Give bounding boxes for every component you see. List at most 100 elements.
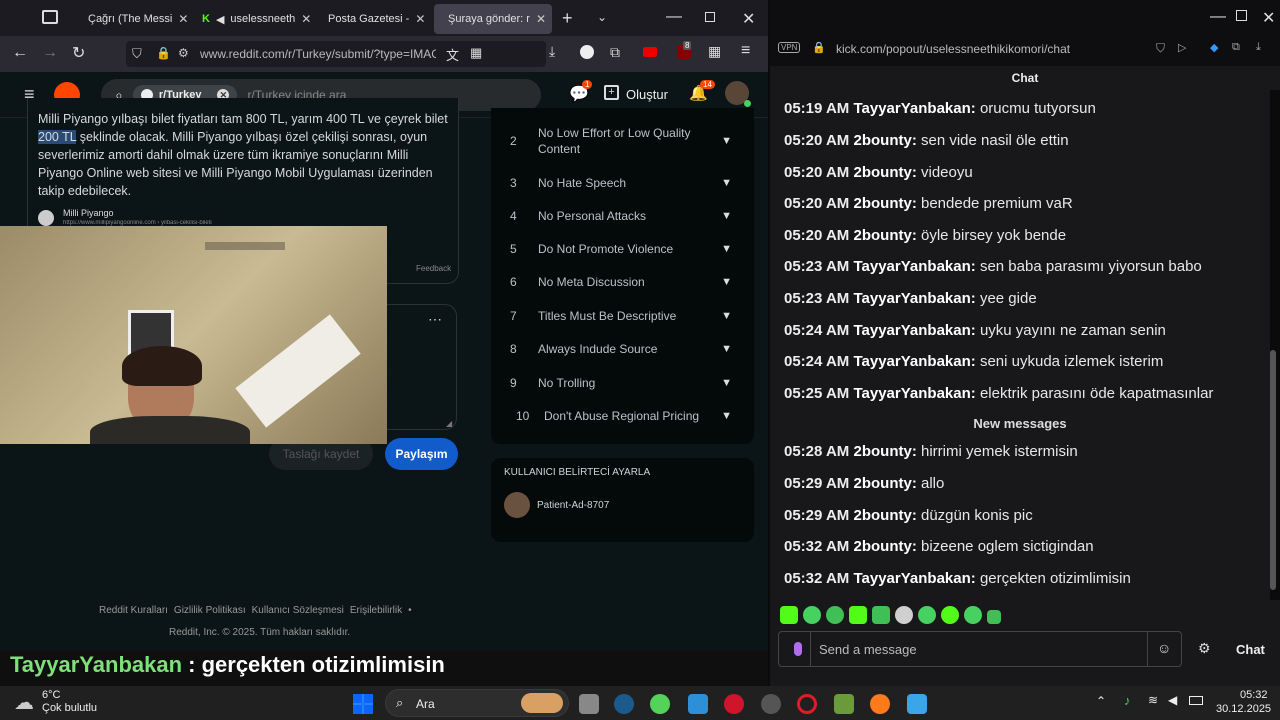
- steam-icon[interactable]: [614, 694, 634, 714]
- battery-icon[interactable]: [1189, 696, 1203, 705]
- maximize-button[interactable]: [1236, 10, 1247, 21]
- extensions-icon[interactable]: ⧉: [610, 44, 620, 61]
- source-name[interactable]: Milli Piyango: [63, 208, 114, 218]
- tab-overview-icon[interactable]: [42, 10, 58, 24]
- app-icon[interactable]: [761, 694, 781, 714]
- firefox-icon[interactable]: [870, 694, 890, 714]
- download-icon[interactable]: ⤓: [1256, 41, 1261, 54]
- notepad-icon[interactable]: [907, 694, 927, 714]
- new-tab-button[interactable]: +: [562, 8, 573, 29]
- emote-icon[interactable]: [872, 606, 890, 624]
- tab-reddit-submit[interactable]: Şuraya gönder: r ✕: [434, 4, 552, 34]
- maximize-button[interactable]: [705, 12, 715, 22]
- minimize-button[interactable]: —: [1210, 8, 1226, 26]
- mic-icon[interactable]: [794, 642, 802, 656]
- back-icon[interactable]: ←: [12, 44, 28, 62]
- opera-icon[interactable]: [797, 694, 817, 714]
- post-button[interactable]: Paylaşım: [385, 438, 458, 470]
- rule-item[interactable]: 2 No Low Effort or Low Quality Content ▼: [510, 124, 740, 158]
- emote-icon[interactable]: [964, 606, 982, 624]
- pinterest-icon[interactable]: [724, 694, 744, 714]
- more-options-icon[interactable]: ⋯: [428, 311, 442, 328]
- task-view-icon[interactable]: [579, 694, 599, 714]
- emote-icon[interactable]: [987, 610, 1001, 624]
- shield-icon[interactable]: ⛉: [1156, 41, 1165, 56]
- emote-icon[interactable]: [826, 606, 844, 624]
- chat-send-button[interactable]: Chat: [1236, 642, 1265, 657]
- footer-link-accessibility[interactable]: Erişilebilirlik: [350, 605, 402, 616]
- youtube-extension-icon[interactable]: [643, 47, 657, 57]
- clock-date[interactable]: 30.12.2025: [1216, 703, 1271, 715]
- emote-icon[interactable]: [941, 606, 959, 624]
- chevron-down-icon[interactable]: ▼: [721, 243, 732, 255]
- feedback-link[interactable]: Feedback: [416, 264, 451, 273]
- chevron-down-icon[interactable]: ▼: [721, 177, 732, 189]
- diamond-icon[interactable]: ◆: [1210, 41, 1218, 54]
- tab-kick[interactable]: K ◀ uselessneeth ✕: [194, 4, 310, 34]
- rule-item[interactable]: 9 No Trolling ▼: [510, 374, 740, 392]
- close-icon[interactable]: ✕: [301, 12, 310, 26]
- message-input[interactable]: Send a message ☺: [778, 631, 1182, 667]
- grid-icon[interactable]: ▦: [708, 43, 721, 60]
- reload-icon[interactable]: ↻: [72, 43, 85, 63]
- minecraft-icon[interactable]: [834, 694, 854, 714]
- forward-icon[interactable]: →: [42, 44, 58, 62]
- wifi-icon[interactable]: ≋: [1148, 693, 1158, 707]
- tab-list-chevron-icon[interactable]: ⌄: [597, 10, 607, 24]
- menu-icon[interactable]: ≡: [741, 42, 750, 60]
- chevron-down-icon[interactable]: ▼: [721, 377, 732, 389]
- app-icon[interactable]: [688, 694, 708, 714]
- create-button[interactable]: Oluştur: [626, 87, 668, 102]
- emote-icon[interactable]: [803, 606, 821, 624]
- taskbar-search[interactable]: ⌕ Ara: [385, 689, 569, 717]
- rule-item[interactable]: 7 Titles Must Be Descriptive ▼: [510, 307, 740, 325]
- app-icon[interactable]: [650, 694, 670, 714]
- rule-item[interactable]: 10 Don't Abuse Regional Pricing ▼: [516, 407, 746, 425]
- footer-link-privacy[interactable]: Gizlilik Politikası: [174, 605, 246, 616]
- footer-link-rules[interactable]: Reddit Kuralları: [99, 605, 168, 616]
- close-icon[interactable]: ✕: [415, 12, 425, 26]
- play-icon[interactable]: ▷: [1178, 41, 1186, 54]
- chat-scrollbar[interactable]: [1270, 350, 1276, 590]
- tray-chevron-icon[interactable]: ⌃: [1096, 694, 1106, 708]
- mic-tray-icon[interactable]: ♪: [1124, 693, 1131, 708]
- start-button[interactable]: [353, 694, 373, 714]
- rule-item[interactable]: 4 No Personal Attacks ▼: [510, 207, 740, 225]
- emote-icon[interactable]: [895, 606, 913, 624]
- emote-icon[interactable]: [780, 606, 798, 624]
- weather-icon[interactable]: ☁: [14, 690, 34, 715]
- tab-posta[interactable]: Posta Gazetesi - ✕: [314, 4, 430, 34]
- emote-icon[interactable]: [849, 606, 867, 624]
- emote-icon[interactable]: [918, 606, 936, 624]
- minimize-button[interactable]: —: [666, 8, 682, 26]
- qr-icon[interactable]: ▦: [470, 45, 482, 61]
- volume-icon[interactable]: ◀: [1168, 693, 1177, 707]
- settings-icon[interactable]: ⚙: [1198, 640, 1211, 657]
- resize-handle-icon[interactable]: ◢: [446, 419, 452, 428]
- close-window-button[interactable]: ✕: [742, 9, 755, 29]
- tab-youtube[interactable]: Çağrı (The Messi ✕: [74, 4, 190, 34]
- rule-item[interactable]: 5 Do Not Promote Violence ▼: [510, 240, 740, 258]
- account-icon[interactable]: [580, 45, 594, 59]
- rule-item[interactable]: 3 No Hate Speech ▼: [510, 174, 740, 192]
- chevron-down-icon[interactable]: ▼: [721, 410, 732, 422]
- chevron-down-icon[interactable]: ▼: [721, 135, 732, 147]
- rule-item[interactable]: 8 Always Indude Source ▼: [510, 340, 740, 358]
- chat-address-bar[interactable]: VPN 🔒 kick.com/popout/uselessneethikikom…: [770, 36, 1280, 66]
- close-icon[interactable]: ✕: [178, 12, 188, 26]
- chevron-down-icon[interactable]: ▼: [721, 276, 732, 288]
- chevron-down-icon[interactable]: ▼: [721, 343, 732, 355]
- chevron-down-icon[interactable]: ▼: [721, 310, 732, 322]
- close-icon[interactable]: ✕: [536, 12, 546, 26]
- address-bar[interactable]: ⛉ 🔒 ⚙ www.reddit.com/r/Turkey/submit/?ty…: [126, 41, 546, 67]
- rule-item[interactable]: 6 No Meta Discussion ▼: [510, 273, 740, 291]
- footer-link-agreement[interactable]: Kullanıcı Sözleşmesi: [252, 605, 344, 616]
- close-window-button[interactable]: ✕: [1262, 8, 1275, 28]
- emoji-icon[interactable]: ☺: [1157, 640, 1171, 656]
- create-plus-icon[interactable]: +: [604, 85, 619, 100]
- clock-time[interactable]: 05:32: [1240, 689, 1268, 701]
- extensions-icon[interactable]: ⧉: [1232, 41, 1240, 54]
- download-icon[interactable]: ⤓: [549, 43, 555, 60]
- chevron-down-icon[interactable]: ▼: [721, 210, 732, 222]
- translate-icon[interactable]: 文: [446, 45, 459, 64]
